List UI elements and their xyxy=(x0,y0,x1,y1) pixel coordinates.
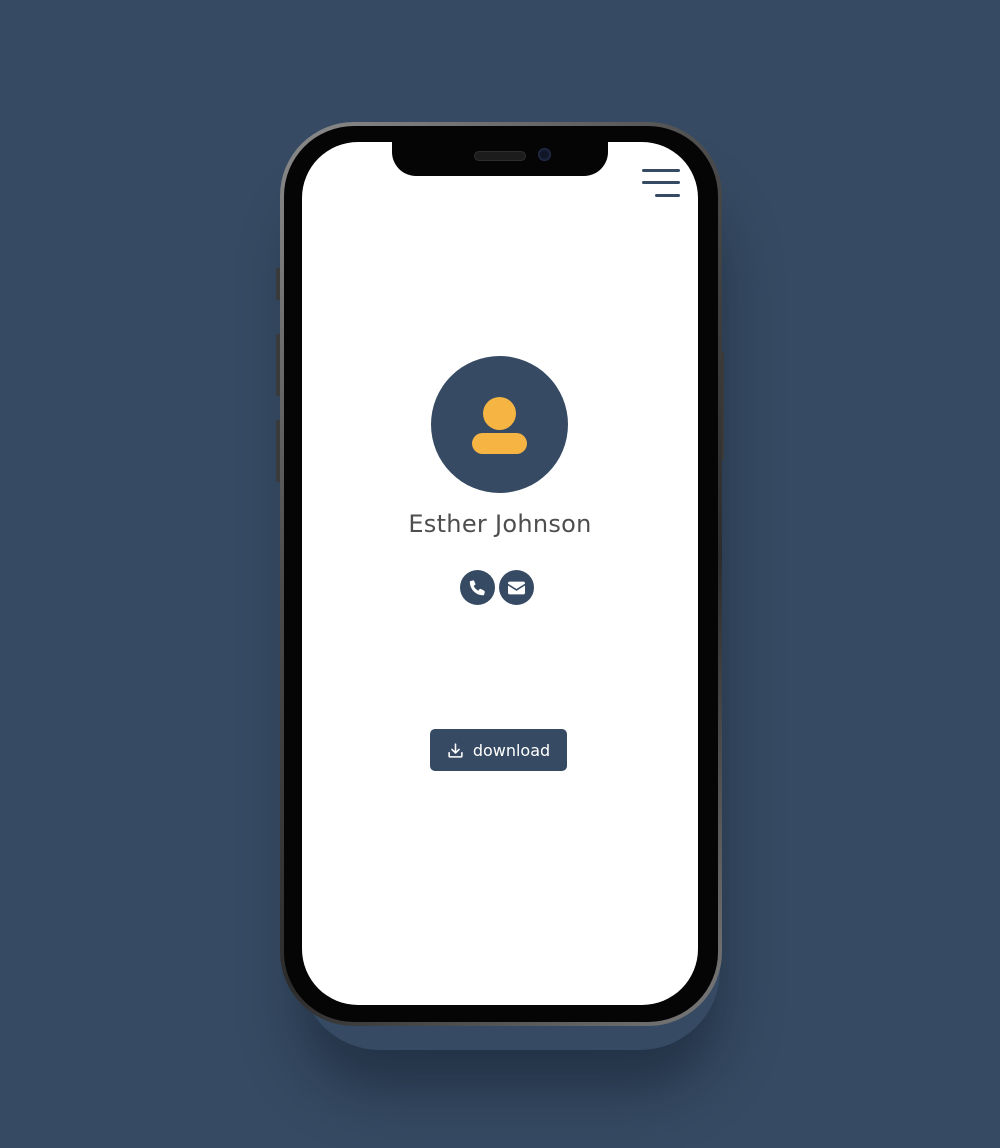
contact-name: Esther Johnson xyxy=(408,510,592,538)
download-label: download xyxy=(472,740,551,760)
earpiece-speaker xyxy=(474,151,526,161)
download-button[interactable]: download xyxy=(430,729,567,771)
envelope-icon xyxy=(508,581,525,595)
phone-screen xyxy=(302,142,698,1005)
phone-icon xyxy=(469,579,486,596)
download-icon xyxy=(447,742,464,759)
call-button[interactable] xyxy=(460,570,495,605)
front-camera xyxy=(538,148,551,161)
menu-button[interactable] xyxy=(640,166,682,202)
avatar xyxy=(431,356,568,493)
email-button[interactable] xyxy=(499,570,534,605)
